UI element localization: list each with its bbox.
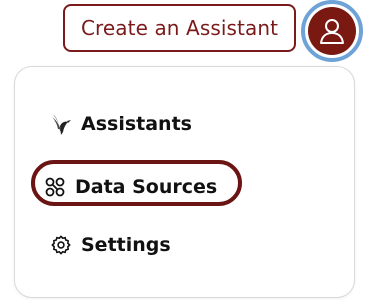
user-icon [320, 19, 344, 44]
menu-item-label: Data Sources [75, 176, 218, 198]
bird-logo-icon [49, 112, 73, 136]
user-menu-dropdown: Assistants Data Sources Settings [14, 66, 355, 298]
menu-item-data-sources[interactable]: Data Sources [43, 172, 217, 202]
create-assistant-button[interactable]: Create an Assistant [63, 4, 296, 52]
app-root: Create an Assistant Assistants Data Sour… [0, 0, 372, 300]
menu-item-assistants[interactable]: Assistants [49, 109, 192, 139]
menu-item-label: Settings [81, 234, 171, 256]
data-sources-icon [43, 175, 67, 199]
menu-item-label: Assistants [81, 113, 192, 135]
menu-item-settings[interactable]: Settings [49, 230, 171, 260]
gear-icon [49, 233, 73, 257]
avatar [308, 7, 356, 55]
user-avatar-button[interactable] [301, 0, 363, 62]
